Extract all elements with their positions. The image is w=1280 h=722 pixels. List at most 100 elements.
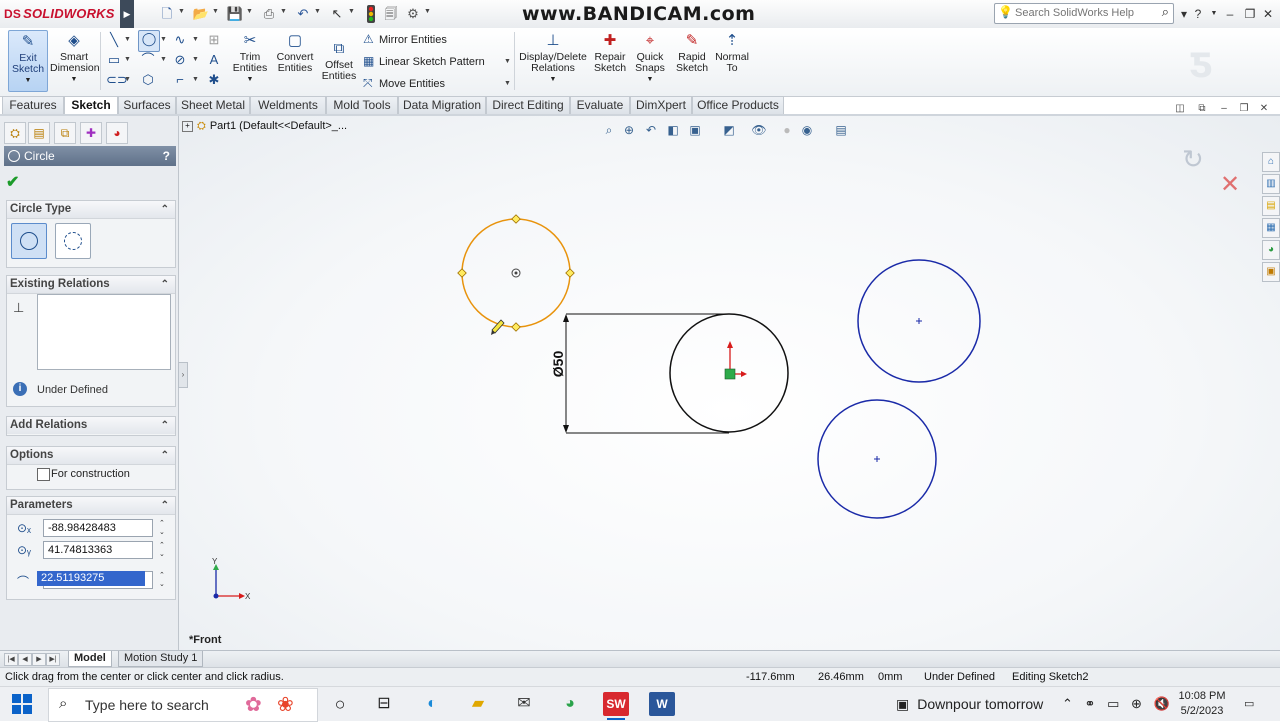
chevron-down-icon[interactable]: ▼ [504, 58, 511, 65]
rebuild-confirm-icon[interactable]: ↻ [1182, 144, 1204, 175]
apply-scene-icon[interactable]: ◉ [798, 121, 816, 139]
chevron-down-icon[interactable]: ▼ [160, 36, 167, 43]
center-x-input[interactable] [43, 519, 153, 537]
display-delete-relations-button[interactable]: ⊥ Display/Delete Relations ▼ [518, 30, 588, 85]
hide-show-items-icon[interactable]: 👁 [750, 121, 768, 139]
globe-icon[interactable]: ⊕ [1131, 696, 1142, 711]
rectangle-icon[interactable]: ▭ [106, 52, 122, 68]
weather-widget[interactable]: ▣ Downpour tomorrow [896, 696, 1043, 713]
parameters-header[interactable]: Parameters ⌃ [7, 497, 175, 515]
spin-arrows-icon[interactable]: ⌃ ⌄ [159, 571, 165, 589]
solidworks-resources-icon[interactable]: ⌂ [1262, 152, 1280, 172]
feature-tree-part[interactable]: + ⛭ Part1 (Default<<Default>_... [182, 120, 347, 133]
zoom-to-fit-icon[interactable]: ⌕ [600, 121, 618, 139]
chevron-down-icon[interactable]: ▼ [504, 80, 511, 87]
ok-check-icon[interactable]: ✔ [6, 172, 19, 192]
center-y-input[interactable] [43, 541, 153, 559]
taskbar-search-box[interactable]: ⌕ Type here to search ✿ ❀ [48, 688, 318, 722]
solidworks-logo[interactable]: DS SOLIDWORKS [4, 6, 122, 24]
tab-features[interactable]: Features [2, 96, 64, 114]
rebuild-traffic-light-icon[interactable] [362, 5, 380, 23]
configurationmanager-tab-icon[interactable]: ⧉ [54, 122, 76, 144]
tab-data-migration[interactable]: Data Migration [398, 96, 486, 114]
help-search-input[interactable] [1015, 4, 1143, 21]
chevron-down-icon[interactable]: ▼ [314, 8, 321, 15]
circle-type-header[interactable]: Circle Type ⌃ [7, 201, 175, 219]
spline-icon[interactable]: ∿ [172, 32, 188, 48]
exit-sketch-button[interactable]: ✎ Exit Sketch ▼ [8, 30, 48, 92]
dimxpertmanager-tab-icon[interactable]: ✚ [80, 122, 102, 144]
chevron-down-icon[interactable]: ▼ [348, 8, 355, 15]
prev-tab-icon[interactable]: ◀ [18, 653, 32, 666]
design-library-icon[interactable]: ▥ [1262, 174, 1280, 194]
cascade-window-icon[interactable]: ⧉ [1194, 103, 1210, 115]
chevron-down-icon[interactable]: ▼ [424, 8, 431, 15]
minimize-icon[interactable]: – [1220, 6, 1240, 22]
undo-icon[interactable]: ↶ [294, 5, 312, 23]
file-explorer-icon[interactable]: ▰ [465, 692, 491, 716]
doc-close-icon[interactable]: ✕ [1256, 103, 1272, 115]
arc-icon[interactable]: ⌒ [140, 52, 156, 68]
chevron-down-icon[interactable]: ▼ [192, 36, 199, 43]
circle-quadrant-point[interactable] [457, 268, 467, 278]
featuremanager-tab-icon[interactable]: ⛭ [4, 122, 26, 144]
collapse-icon[interactable]: ⌃ [161, 417, 169, 434]
print-icon[interactable]: ⎙ [260, 5, 278, 23]
file-properties-icon[interactable]: 🗐 [382, 5, 400, 23]
tab-sheet-metal[interactable]: Sheet Metal [176, 96, 250, 114]
section-view-icon[interactable]: ◧ [664, 121, 682, 139]
normal-to-button[interactable]: ⇡ Normal To [714, 30, 750, 74]
new-document-icon[interactable]: 🗋 [158, 5, 176, 23]
speaker-mute-icon[interactable]: 🔇 [1154, 696, 1170, 711]
chevron-down-icon[interactable]: ▼ [124, 56, 131, 63]
zoom-to-area-icon[interactable]: ⊕ [620, 121, 638, 139]
previous-view-icon[interactable]: ↶ [642, 121, 660, 139]
for-construction-checkbox[interactable] [37, 468, 50, 481]
circle-quadrant-point[interactable] [511, 322, 521, 332]
word-taskbar-icon[interactable]: W [649, 692, 675, 716]
center-circle-button[interactable] [11, 223, 47, 259]
tab-evaluate[interactable]: Evaluate [570, 96, 630, 114]
search-icon[interactable]: ⌕ [1162, 4, 1169, 20]
view-palette-icon[interactable]: ▦ [1262, 218, 1280, 238]
tab-dimxpert[interactable]: DimXpert [630, 96, 692, 114]
solidworks-taskbar-icon[interactable]: SW [603, 692, 629, 720]
tab-sketch[interactable]: Sketch [64, 96, 118, 115]
windows-start-icon[interactable] [12, 694, 32, 714]
add-relations-header[interactable]: Add Relations ⌃ [7, 417, 175, 434]
help-search-box[interactable]: 💡 ⌕ [994, 3, 1174, 24]
tile-window-icon[interactable]: ◫ [1172, 103, 1188, 115]
save-icon[interactable]: 💾 [226, 5, 244, 23]
spin-arrows-icon[interactable]: ⌃ ⌄ [159, 541, 165, 559]
chevron-down-icon[interactable]: ▼ [212, 8, 219, 15]
collapse-icon[interactable]: ⌃ [161, 201, 169, 218]
tab-surfaces[interactable]: Surfaces [118, 96, 176, 114]
last-tab-icon[interactable]: ▶| [46, 653, 60, 666]
notifications-icon[interactable]: ▭ [1244, 697, 1258, 711]
mail-icon[interactable]: ✉ [511, 692, 537, 716]
file-explorer-icon[interactable]: ▤ [1262, 196, 1280, 216]
trim-entities-button[interactable]: ✂ Trim Entities ▼ [230, 30, 270, 85]
help-button[interactable]: ? [163, 146, 170, 166]
collapse-icon[interactable]: ⌃ [161, 497, 169, 514]
tab-mold-tools[interactable]: Mold Tools [326, 96, 398, 114]
convert-entities-button[interactable]: ▢ Convert Entities [272, 30, 318, 74]
repair-sketch-button[interactable]: ✚ Repair Sketch [592, 30, 628, 74]
smart-dimension-button[interactable]: ◈ Smart Dimension ▼ [50, 30, 100, 85]
custom-properties-icon[interactable]: ▣ [1262, 262, 1280, 282]
edge-browser-icon[interactable]: ◐ [419, 692, 445, 716]
sketch-canvas[interactable]: Ø50 Y X [179, 116, 1280, 650]
slot-icon[interactable]: ⊂⊃ [106, 72, 128, 88]
chevron-down-icon[interactable]: ▼ [178, 8, 185, 15]
display-style-icon[interactable]: ◩ [720, 121, 738, 139]
chevron-down-icon[interactable]: ▼ [124, 76, 131, 83]
doc-minimize-icon[interactable]: – [1216, 103, 1232, 115]
propertymanager-tab-icon[interactable]: ▤ [28, 122, 50, 144]
polygon-icon[interactable]: ⬡ [140, 72, 156, 88]
open-folder-icon[interactable]: 📂 [192, 5, 210, 23]
linear-sketch-pattern-button[interactable]: ▦ Linear Sketch Pattern [363, 52, 485, 70]
chevron-down-icon[interactable]: ▼ [192, 76, 199, 83]
view-settings-icon[interactable]: ▤ [832, 121, 850, 139]
point-icon[interactable]: ✱ [206, 72, 222, 88]
tab-motion-study-1[interactable]: Motion Study 1 [118, 651, 204, 667]
